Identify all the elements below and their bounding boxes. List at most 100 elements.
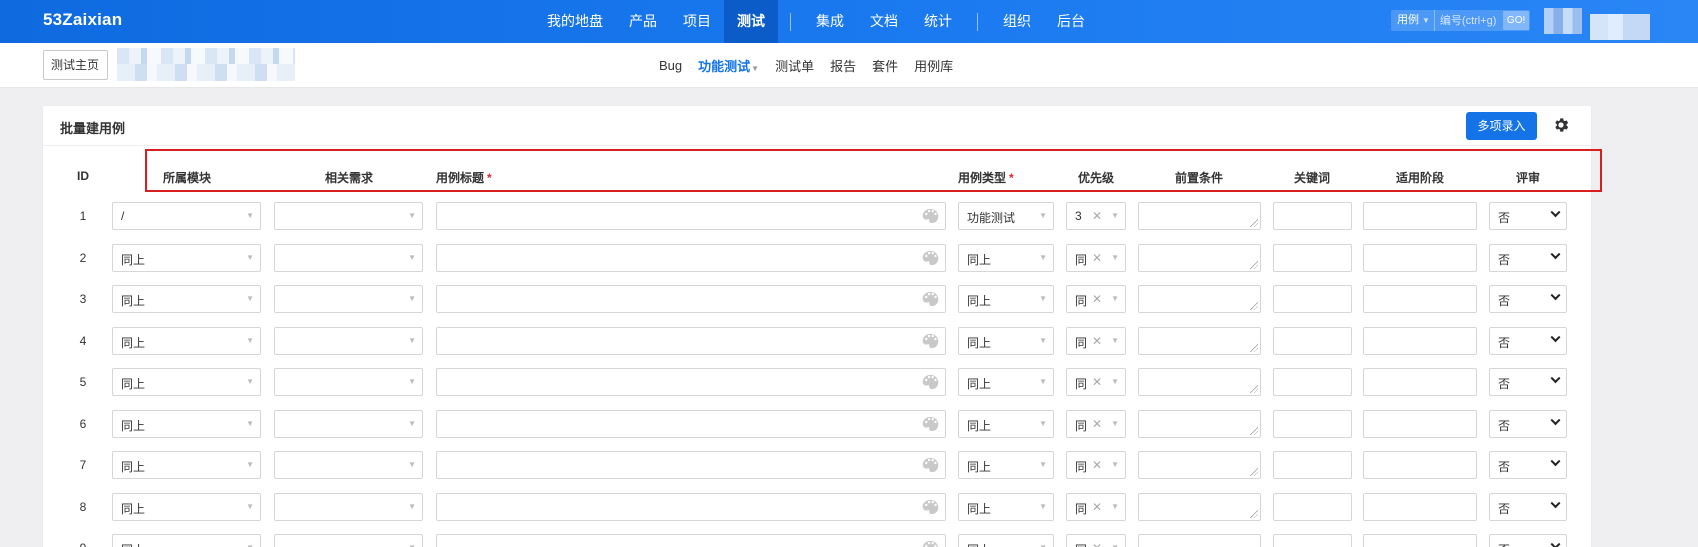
nav-item-test[interactable]: 测试 — [724, 0, 778, 43]
subnav-item-report[interactable]: 报告 — [822, 56, 864, 75]
precondition-textarea[interactable] — [1138, 493, 1261, 521]
palette-icon[interactable] — [922, 208, 939, 224]
case-type-select[interactable]: 同上 ▼ — [958, 451, 1054, 479]
module-select[interactable]: 同上 ▼ — [112, 285, 261, 313]
nav-item-integration[interactable]: 集成 — [803, 0, 857, 43]
review-select[interactable]: 否 — [1489, 493, 1567, 521]
nav-item-doc[interactable]: 文档 — [857, 0, 911, 43]
stage-select[interactable] — [1363, 327, 1477, 355]
story-select[interactable]: ▼ — [274, 493, 423, 521]
subnav-item-bug[interactable]: Bug — [651, 58, 690, 73]
precondition-textarea[interactable] — [1138, 327, 1261, 355]
story-select[interactable]: ▼ — [274, 451, 423, 479]
priority-select[interactable]: 同 ✕ ▼ — [1066, 534, 1126, 547]
keywords-input[interactable] — [1273, 410, 1352, 438]
case-title-input[interactable] — [436, 327, 946, 355]
module-select[interactable]: 同上 ▼ — [112, 244, 261, 272]
keywords-input[interactable] — [1273, 493, 1352, 521]
keywords-input[interactable] — [1273, 202, 1352, 230]
module-select[interactable]: 同上 ▼ — [112, 368, 261, 396]
clear-icon[interactable]: ✕ — [1092, 292, 1102, 306]
resize-handle-icon[interactable] — [1250, 261, 1258, 269]
stage-select[interactable] — [1363, 451, 1477, 479]
clear-icon[interactable]: ✕ — [1092, 209, 1102, 223]
case-type-select[interactable]: 同上 ▼ — [958, 285, 1054, 313]
module-select[interactable]: / ▼ — [112, 202, 261, 230]
priority-select[interactable]: 同 ✕ ▼ — [1066, 327, 1126, 355]
case-type-select[interactable]: 同上 ▼ — [958, 244, 1054, 272]
clear-icon[interactable]: ✕ — [1092, 375, 1102, 389]
stage-select[interactable] — [1363, 285, 1477, 313]
priority-select[interactable]: 同 ✕ ▼ — [1066, 368, 1126, 396]
precondition-textarea[interactable] — [1138, 534, 1261, 547]
search-input[interactable] — [1434, 10, 1503, 31]
precondition-textarea[interactable] — [1138, 451, 1261, 479]
case-type-select[interactable]: 同上 ▼ — [958, 368, 1054, 396]
palette-icon[interactable] — [922, 374, 939, 390]
case-title-input[interactable] — [436, 244, 946, 272]
story-select[interactable]: ▼ — [274, 244, 423, 272]
test-home-button[interactable]: 测试主页 — [43, 50, 109, 80]
review-select[interactable]: 否 — [1489, 244, 1567, 272]
stage-select[interactable] — [1363, 534, 1477, 547]
case-title-input[interactable] — [436, 534, 946, 547]
resize-handle-icon[interactable] — [1250, 427, 1258, 435]
review-select[interactable]: 否 — [1489, 534, 1567, 547]
product-switcher-blurred[interactable] — [117, 48, 295, 81]
palette-icon[interactable] — [922, 333, 939, 349]
priority-select[interactable]: 同 ✕ ▼ — [1066, 493, 1126, 521]
stage-select[interactable] — [1363, 410, 1477, 438]
palette-icon[interactable] — [922, 499, 939, 515]
search-go-button[interactable]: GO! — [1502, 11, 1530, 30]
keywords-input[interactable] — [1273, 368, 1352, 396]
stage-select[interactable] — [1363, 244, 1477, 272]
resize-handle-icon[interactable] — [1250, 510, 1258, 518]
keywords-input[interactable] — [1273, 285, 1352, 313]
case-type-select[interactable]: 同上 ▼ — [958, 493, 1054, 521]
palette-icon[interactable] — [922, 291, 939, 307]
review-select[interactable]: 否 — [1489, 451, 1567, 479]
clear-icon[interactable]: ✕ — [1092, 251, 1102, 265]
nav-item-stats[interactable]: 统计 — [911, 0, 965, 43]
review-select[interactable]: 否 — [1489, 368, 1567, 396]
story-select[interactable]: ▼ — [274, 534, 423, 547]
priority-select[interactable]: 3 ✕ ▼ — [1066, 202, 1126, 230]
stage-select[interactable] — [1363, 202, 1477, 230]
review-select[interactable]: 否 — [1489, 327, 1567, 355]
avatar[interactable] — [1544, 8, 1582, 34]
stage-select[interactable] — [1363, 493, 1477, 521]
keywords-input[interactable] — [1273, 451, 1352, 479]
precondition-textarea[interactable] — [1138, 410, 1261, 438]
brand-logo[interactable]: 53Zaixian — [43, 10, 122, 30]
case-title-input[interactable] — [436, 368, 946, 396]
precondition-textarea[interactable] — [1138, 285, 1261, 313]
nav-item-org[interactable]: 组织 — [990, 0, 1044, 43]
case-title-input[interactable] — [436, 493, 946, 521]
story-select[interactable]: ▼ — [274, 368, 423, 396]
clear-icon[interactable]: ✕ — [1092, 458, 1102, 472]
case-title-input[interactable] — [436, 451, 946, 479]
case-type-select[interactable]: 同上 ▼ — [958, 327, 1054, 355]
clear-icon[interactable]: ✕ — [1092, 334, 1102, 348]
review-select[interactable]: 否 — [1489, 202, 1567, 230]
clear-icon[interactable]: ✕ — [1092, 500, 1102, 514]
story-select[interactable]: ▼ — [274, 327, 423, 355]
case-type-select[interactable]: 功能测试 ▼ — [958, 202, 1054, 230]
review-select[interactable]: 否 — [1489, 285, 1567, 313]
clear-icon[interactable]: ✕ — [1092, 541, 1102, 547]
resize-handle-icon[interactable] — [1250, 344, 1258, 352]
nav-item-project[interactable]: 项目 — [670, 0, 724, 43]
story-select[interactable]: ▼ — [274, 410, 423, 438]
stage-select[interactable] — [1363, 368, 1477, 396]
subnav-item-functional-test[interactable]: 功能测试▼ — [690, 56, 767, 75]
nav-item-product[interactable]: 产品 — [616, 0, 670, 43]
priority-select[interactable]: 同 ✕ ▼ — [1066, 451, 1126, 479]
palette-icon[interactable] — [922, 416, 939, 432]
precondition-textarea[interactable] — [1138, 368, 1261, 396]
module-select[interactable]: 同上 ▼ — [112, 451, 261, 479]
case-title-input[interactable] — [436, 410, 946, 438]
priority-select[interactable]: 同 ✕ ▼ — [1066, 244, 1126, 272]
precondition-textarea[interactable] — [1138, 202, 1261, 230]
priority-select[interactable]: 同 ✕ ▼ — [1066, 285, 1126, 313]
story-select[interactable]: ▼ — [274, 202, 423, 230]
